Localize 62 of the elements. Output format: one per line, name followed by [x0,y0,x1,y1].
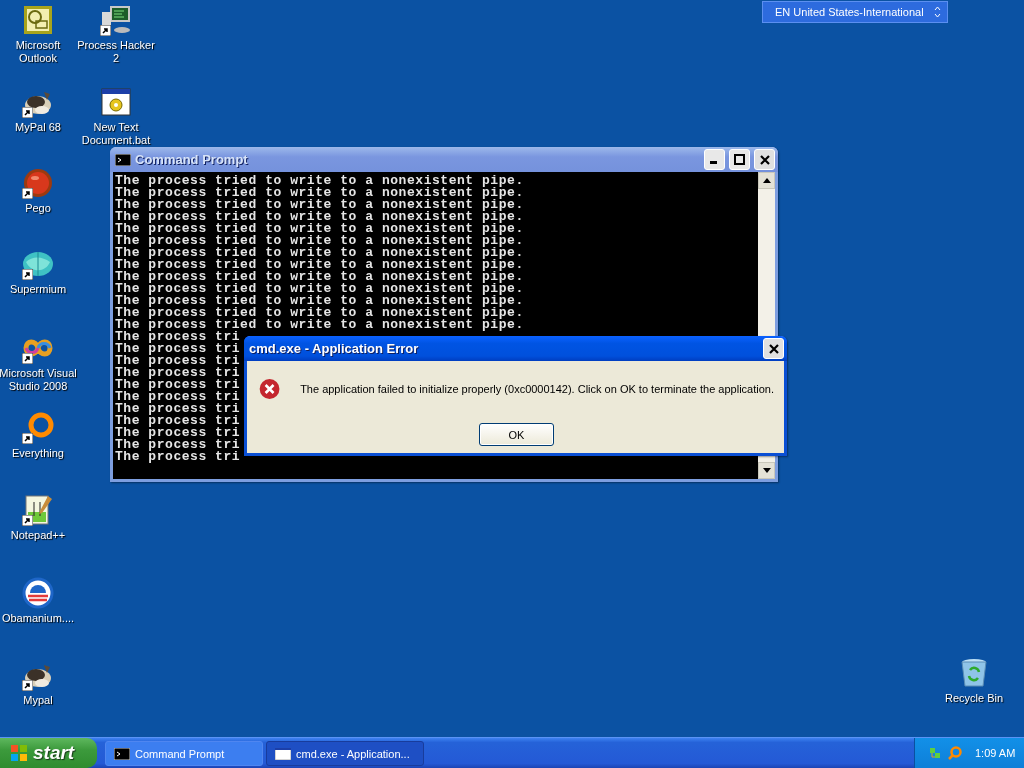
desktop-icon-label[interactable]: Mypal [23,694,53,707]
language-bar[interactable]: EN United States-International [762,1,948,23]
console-icon [115,153,131,166]
minimize-button[interactable] [704,149,725,170]
desktop-icon-label[interactable]: Process Hacker 2 [76,39,156,65]
console-line: The process tried to write to a nonexistent pipe. [115,271,524,283]
notepad-icon [22,494,54,526]
console-line: The process tri [115,403,241,415]
close-button[interactable] [754,149,775,170]
console-line: The process tri [115,331,241,343]
console-line: The process tried to write to a nonexistent pipe. [115,295,524,307]
maximize-icon [734,154,745,165]
console-line: The process tried to write to a nonexistent pipe. [115,247,524,259]
taskbar-button[interactable]: cmd.exe - Application... [266,741,424,766]
desktop-icon-label[interactable]: MyPal 68 [15,121,61,134]
clock: 1:09 AM [975,747,1016,759]
console-line: The process tri [115,391,241,403]
console-line: The process tri [115,367,241,379]
desktop-icon-label[interactable]: Obamanium.... [1,612,75,625]
chevrons-icon [934,5,941,19]
desktop-icon-label[interactable]: Microsoft Outlook [0,39,78,65]
console-line: The process tried to write to a nonexistent pipe. [115,319,524,331]
scroll-up-icon[interactable] [762,178,771,183]
close-icon [768,343,779,354]
dialog-title: cmd.exe - Application Error [249,341,420,356]
console-line: The process tried to write to a nonexistent pipe. [115,235,524,247]
console-line: The process tri [115,379,241,391]
console-line: The process tried to write to a nonexistent pipe. [115,211,524,223]
flag-icon [10,744,28,762]
console-line: The process tried to write to a nonexistent pipe. [115,199,524,211]
ball-icon [22,167,54,199]
window-title: Command Prompt [135,152,249,167]
desktop-icon-label[interactable]: Notepad++ [10,529,66,542]
console-line: The process tried to write to a nonexistent pipe. [115,259,524,271]
console-line: The process tri [115,439,241,451]
desktop-icon-label[interactable]: Pego [25,202,51,215]
console-line: The process tri [115,343,241,355]
scroll-down-icon[interactable] [762,468,771,473]
console-line: The process tried to write to a nonexistent pipe. [115,175,524,187]
console-line: The process tried to write to a nonexistent pipe. [115,187,524,199]
console-line: The process tri [115,451,241,463]
desktop-icon-label[interactable]: New Text Document.bat [76,121,156,147]
close-icon [759,154,770,165]
console-line: The process tried to write to a nonexistent pipe. [115,283,524,295]
console-line: The process tri [115,427,241,439]
window-icon [275,747,291,760]
console-line: The process tri [115,355,241,367]
console-line: The process tri [115,415,241,427]
monitor-icon [100,4,132,36]
start-button[interactable]: start [0,738,97,768]
console-line: The process tried to write to a nonexistent pipe. [115,223,524,235]
close-button[interactable] [763,338,784,359]
console-line: The process tried to write to a nonexistent pipe. [115,307,524,319]
desktop-icon-label[interactable]: Supermium [9,283,67,296]
console-icon [114,747,130,760]
desktop-icon-label[interactable]: Recycle Bin [944,692,1004,705]
error-message: The application failed to initialize properly (0xc0000142). Click on OK to terminate the application. [300,383,774,395]
desktop-icon-label[interactable]: Everything [12,447,64,460]
ok-button[interactable]: OK [479,423,554,446]
desktop-icon-label[interactable]: Microsoft Visual Studio 2008 [0,367,78,393]
taskbar-button[interactable]: Command Prompt [105,741,263,766]
maximize-button[interactable] [729,149,750,170]
